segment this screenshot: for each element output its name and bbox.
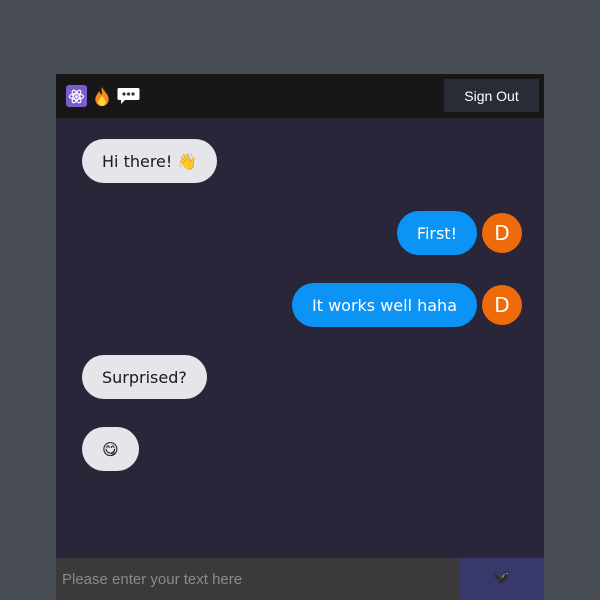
message-received: 😋	[82, 427, 139, 471]
message-input[interactable]	[56, 558, 459, 600]
avatar: D	[482, 285, 522, 325]
dove-icon	[493, 570, 511, 588]
message-bubble: 😋	[82, 427, 139, 471]
atom-icon	[66, 85, 87, 107]
send-button[interactable]	[459, 558, 544, 600]
message-received: Surprised?	[82, 355, 207, 399]
message-list: Hi there! 👋 First! D It works well haha …	[56, 118, 544, 558]
sign-out-button[interactable]: Sign Out	[444, 79, 539, 112]
message-bubble: First!	[396, 211, 477, 255]
message-bubble: Surprised?	[82, 355, 207, 399]
chat-app: Sign Out Hi there! 👋 First! D It works w…	[56, 74, 544, 600]
message-composer	[56, 558, 544, 600]
speech-bubble-icon	[116, 85, 140, 107]
avatar: D	[482, 213, 522, 253]
app-header: Sign Out	[56, 74, 544, 118]
message-sent: First! D	[396, 211, 522, 255]
message-bubble: Hi there! 👋	[82, 139, 218, 183]
message-sent: It works well haha D	[291, 283, 522, 327]
message-bubble: It works well haha	[291, 283, 477, 327]
header-logo	[66, 85, 140, 107]
message-received: Hi there! 👋	[82, 139, 218, 183]
fire-icon	[91, 85, 112, 107]
